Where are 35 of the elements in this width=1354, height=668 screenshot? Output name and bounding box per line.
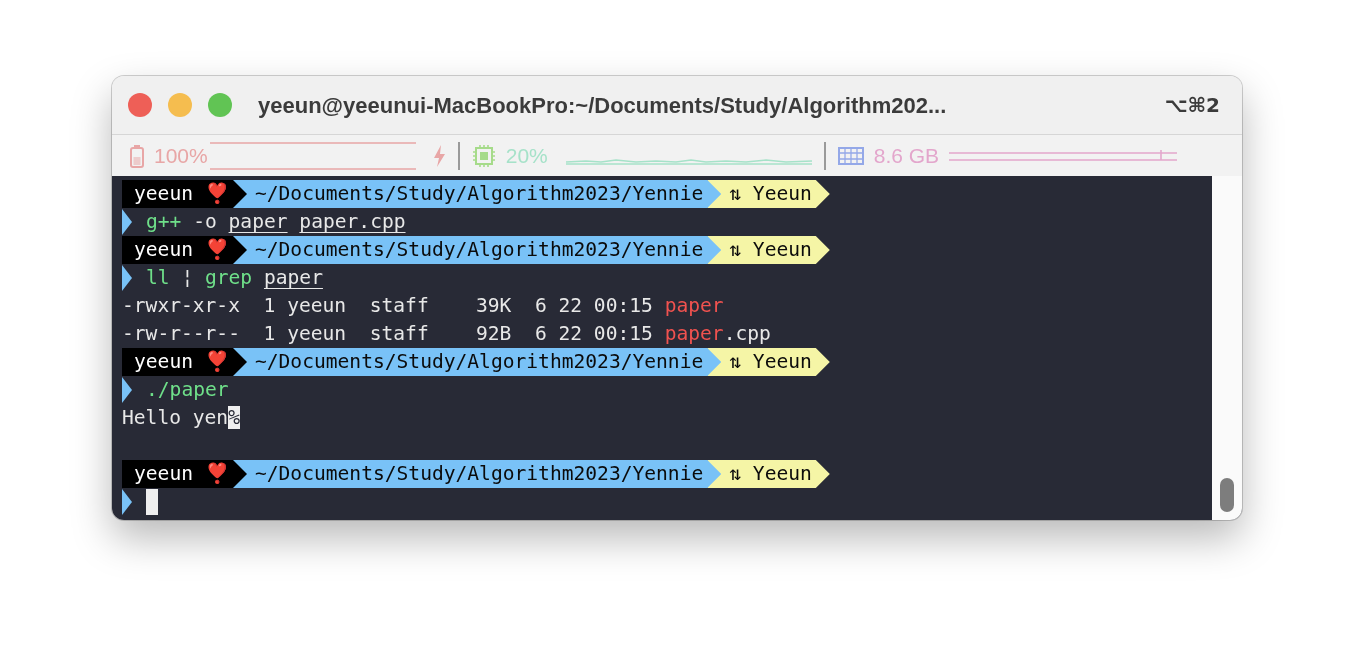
memory-icon — [837, 145, 864, 166]
output-line: -rw-r--r-- 1 yeeun staff 92B 6 22 00:15 paper.cpp — [122, 321, 771, 348]
heart-emoji: ❣ — [205, 237, 229, 264]
username: yeeun — [134, 461, 193, 488]
prompt-chevron-icon — [122, 265, 132, 291]
heart-emoji: ❣ — [205, 349, 229, 376]
heart-emoji: ❣ — [205, 181, 229, 208]
keyboard-shortcut: ⌥⌘2 — [1164, 92, 1220, 119]
status-value: 20% — [505, 142, 548, 169]
heart-emoji: ❣ — [205, 461, 229, 488]
scroll-thumb[interactable] — [1220, 478, 1234, 512]
lightning-icon — [431, 143, 446, 168]
text-cursor — [146, 489, 158, 515]
path-segment: ~/Documents/Study/Algorithm2023/Yennie — [233, 348, 722, 376]
username: yeeun — [134, 181, 193, 208]
zoom-button[interactable] — [208, 93, 232, 117]
window-title: yeeun@yeeunui-MacBookPro:~/Documents/Study/Algorithm202... — [258, 91, 947, 120]
prompt-chevron-icon — [122, 209, 132, 235]
path-segment: ~/Documents/Study/Algorithm2023/Yennie — [233, 180, 722, 208]
output-line: -rwxr-xr-x 1 yeeun staff 39K 6 22 00:15 paper — [122, 293, 724, 320]
username: yeeun — [134, 237, 193, 264]
close-button[interactable] — [128, 93, 152, 117]
prompt-chevron-icon — [122, 489, 132, 515]
status-value: 8.6 GB — [873, 142, 940, 169]
username: yeeun — [134, 349, 193, 376]
battery-icon — [130, 143, 144, 168]
path-segment: ~/Documents/Study/Algorithm2023/Yennie — [233, 236, 722, 264]
path-segment: ~/Documents/Study/Algorithm2023/Yennie — [233, 460, 722, 488]
command-line: ll ¦ grep paper — [146, 265, 323, 292]
status-value: 100% — [154, 142, 208, 169]
command-line: g++ -o paper paper.cpp — [146, 209, 406, 236]
minimize-button[interactable] — [168, 93, 192, 117]
prompt-chevron-icon — [122, 377, 132, 403]
command-line: ./paper — [146, 377, 229, 404]
cpu-chip-icon — [471, 143, 496, 168]
